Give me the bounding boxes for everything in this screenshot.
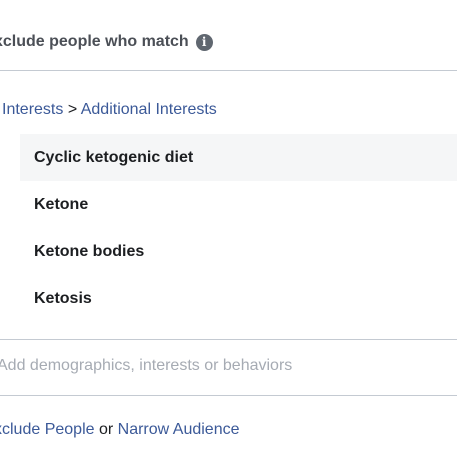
narrow-audience-link[interactable]: Narrow Audience <box>118 421 240 438</box>
audience-panel: xclude people who match i Interests > Ad… <box>0 0 457 457</box>
footer-connector: or <box>94 421 118 438</box>
interest-label: Ketone bodies <box>34 242 145 260</box>
section-header: xclude people who match i <box>0 33 213 51</box>
exclude-people-link[interactable]: xclude People <box>0 421 95 438</box>
divider <box>0 70 457 71</box>
interest-label: Ketone <box>34 195 89 213</box>
interest-item[interactable]: Ketosis <box>20 275 457 322</box>
footer-actions: xclude People or Narrow Audience <box>0 421 239 439</box>
breadcrumb-category[interactable]: Interests <box>2 101 63 118</box>
interest-item[interactable]: Ketone bodies <box>20 228 457 275</box>
breadcrumb-separator: > <box>67 101 78 118</box>
divider <box>0 339 457 340</box>
interest-label: Cyclic ketogenic diet <box>34 148 194 166</box>
info-icon[interactable]: i <box>195 33 213 51</box>
section-title: xclude people who match <box>0 33 189 50</box>
targeting-search-input[interactable]: Add demographics, interests or behaviors <box>0 357 292 375</box>
interest-list: Cyclic ketogenic diet Ketone Ketone bodi… <box>20 134 457 322</box>
interest-item[interactable]: Cyclic ketogenic diet <box>20 134 457 181</box>
search-placeholder: Add demographics, interests or behaviors <box>0 357 293 374</box>
breadcrumb-subcategory[interactable]: Additional Interests <box>81 101 217 118</box>
interest-label: Ketosis <box>34 289 92 307</box>
breadcrumb: Interests > Additional Interests <box>2 101 217 119</box>
divider <box>0 395 457 396</box>
interest-item[interactable]: Ketone <box>20 181 457 228</box>
